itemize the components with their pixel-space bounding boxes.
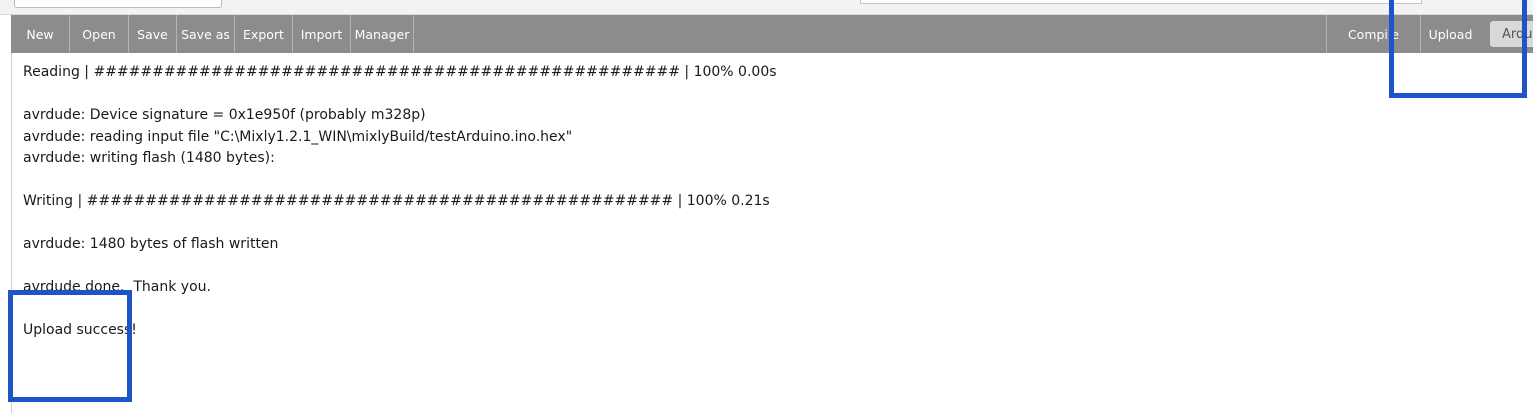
address-field[interactable]: [14, 0, 222, 8]
save-as-button[interactable]: Save as: [177, 15, 235, 53]
new-button[interactable]: New: [11, 15, 70, 53]
console-line-reading: Reading | ##############################…: [23, 64, 777, 80]
save-button[interactable]: Save: [129, 15, 177, 53]
top-input-field[interactable]: [860, 0, 1422, 4]
console-line-writing-flash: avrdude: writing flash (1480 bytes):: [23, 150, 275, 166]
main-toolbar: New Open Save Save as Export Import Mana…: [11, 15, 1533, 53]
console-line-upload-success: Upload success!: [23, 322, 137, 338]
upload-button[interactable]: Upload: [1420, 15, 1480, 53]
console-left-border: [11, 53, 12, 413]
console-line-bytes-written: avrdude: 1480 bytes of flash written: [23, 236, 279, 252]
manager-button[interactable]: Manager: [351, 15, 414, 53]
console-line-writing: Writing | ##############################…: [23, 193, 770, 209]
console-line-done: avrdude done. Thank you.: [23, 279, 211, 295]
board-select[interactable]: Arduino: [1490, 21, 1533, 47]
output-console: Reading | ##############################…: [23, 62, 1513, 402]
console-line-input-file: avrdude: reading input file "C:\Mixly1.2…: [23, 128, 573, 145]
open-button[interactable]: Open: [70, 15, 129, 53]
console-line-signature: avrdude: Device signature = 0x1e950f (pr…: [23, 107, 426, 123]
browser-top-strip: [0, 0, 1533, 15]
import-button[interactable]: Import: [293, 15, 351, 53]
compile-button[interactable]: Compile: [1326, 15, 1420, 53]
export-button[interactable]: Export: [235, 15, 293, 53]
